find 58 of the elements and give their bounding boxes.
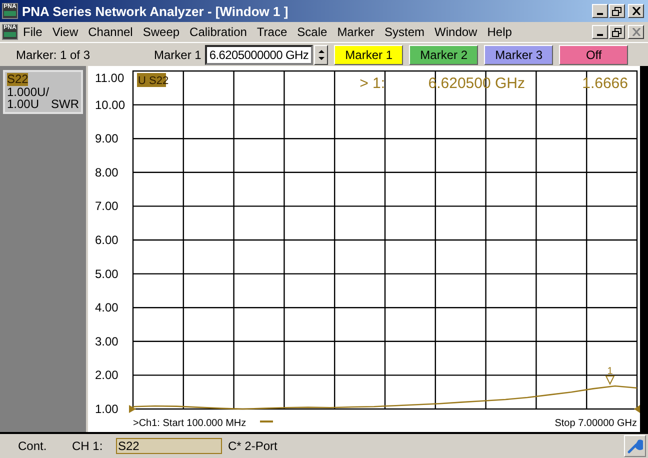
y-tick-label: 6.00 [95, 233, 118, 247]
menu-item[interactable]: Sweep [138, 25, 185, 39]
menu-item[interactable]: Window [430, 25, 482, 39]
y-tick-label: 5.00 [95, 266, 118, 281]
menu-item[interactable]: View [47, 25, 84, 39]
marker-button[interactable]: Marker 3 [484, 44, 554, 64]
y-tick-label: 8.00 [95, 165, 118, 180]
restore-button[interactable] [609, 4, 625, 18]
calibration-status: C* 2-Port [228, 439, 278, 453]
trace-name: S22 [7, 73, 28, 86]
menu-item[interactable]: Scale [292, 25, 332, 39]
minimize-button[interactable] [592, 25, 608, 39]
close-icon [632, 7, 640, 15]
window-title: PNA Series Network Analyzer - [Window 1 ] [22, 4, 290, 18]
restore-icon [612, 6, 622, 16]
y-tick-label: 1.00 [95, 402, 118, 416]
trace-info-card[interactable]: S22 1.000U/ 1.00U SWR [3, 70, 83, 114]
y-tick-label: 9.00 [95, 132, 118, 146]
menu-item[interactable]: Help [482, 25, 517, 39]
menu-item[interactable]: File [18, 25, 48, 39]
close-icon [632, 28, 640, 36]
menu-item[interactable]: Calibration [184, 25, 252, 39]
y-tick-label: 11.00 [95, 71, 124, 85]
menu-item[interactable]: Channel [83, 25, 138, 39]
y-tick-label: 4.00 [95, 300, 118, 315]
menu-item[interactable]: Trace [252, 25, 292, 39]
field-label: Marker 1 [154, 48, 202, 62]
marker-triangle-icon[interactable] [605, 376, 615, 386]
trace-scale: 1.000U/ [7, 86, 50, 98]
y-tick-label: 10.00 [95, 98, 126, 112]
marker-number: > 1: [360, 75, 385, 92]
minimize-button[interactable] [592, 4, 608, 18]
restore-icon [612, 28, 622, 36]
wrench-button[interactable] [624, 435, 646, 457]
measurement-field: S22 [116, 438, 222, 454]
reference-marker-icon [129, 405, 136, 413]
trace-format: SWR [51, 98, 79, 110]
y-tick-label: 2.00 [95, 368, 118, 382]
reference-marker-icon [634, 405, 640, 413]
channel-label: CH 1: [72, 439, 104, 453]
start-frequency: >Ch1: Start 100.000 MHz [133, 418, 246, 429]
marker-value-field[interactable]: 6.6205000000 GHz [205, 44, 314, 64]
marker-label: 1 [607, 366, 613, 377]
spin-button[interactable] [314, 44, 328, 64]
sweep-mode: Cont. [18, 439, 48, 453]
spin-arrows-icon [316, 48, 326, 62]
stop-frequency: Stop 7.00000 GHz [554, 418, 637, 429]
y-tick-label: 7.00 [95, 199, 118, 214]
y-tick-label: 3.00 [95, 334, 118, 348]
menu-item[interactable]: System [380, 25, 430, 39]
close-button[interactable] [628, 4, 644, 18]
restore-button[interactable] [609, 25, 625, 39]
marker-button[interactable]: Marker 1 [334, 44, 404, 64]
menu-item[interactable]: Marker [332, 25, 380, 39]
reference-value: 1.00U [7, 98, 40, 110]
marker-button[interactable]: Marker 2 [409, 44, 478, 64]
marker-button[interactable]: Off [559, 44, 628, 64]
marker-count: Marker: 1 of 3 [15, 48, 92, 62]
